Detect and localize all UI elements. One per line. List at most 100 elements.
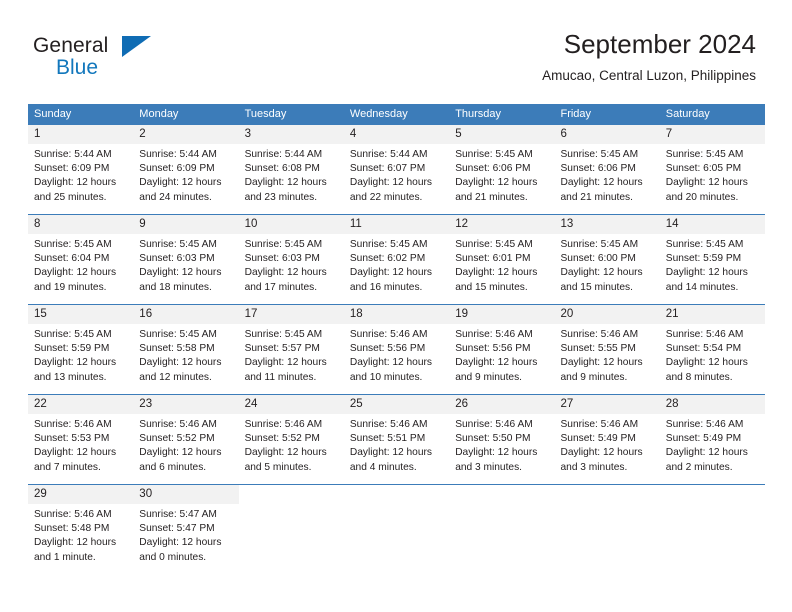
daylight-text-line2: and 17 minutes. [244, 281, 318, 293]
day-cell[interactable]: 5 Sunrise: 5:45 AM Sunset: 6:06 PM Dayli… [449, 125, 555, 215]
weekday-header-saturday: Saturday [659, 104, 766, 125]
sunset-text: Sunset: 6:05 PM [665, 163, 742, 175]
day-cell[interactable]: 15 Sunrise: 5:45 AM Sunset: 5:59 PM Dayl… [28, 304, 134, 395]
daylight-text-line1: Daylight: 12 hours [34, 537, 117, 549]
day-details: Sunrise: 5:46 AM Sunset: 5:50 PM Dayligh… [449, 414, 554, 475]
day-number: 6 [554, 125, 660, 144]
day-details: Sunrise: 5:45 AM Sunset: 6:00 PM Dayligh… [554, 234, 659, 295]
day-cell-empty [449, 484, 555, 574]
day-details: Sunrise: 5:46 AM Sunset: 5:56 PM Dayligh… [344, 324, 449, 385]
day-details: Sunrise: 5:45 AM Sunset: 6:01 PM Dayligh… [449, 234, 554, 295]
day-cell[interactable]: 23 Sunrise: 5:46 AM Sunset: 5:52 PM Dayl… [133, 394, 239, 485]
sunset-text: Sunset: 5:59 PM [665, 253, 742, 265]
sunrise-text: Sunrise: 5:44 AM [244, 149, 323, 160]
daylight-text-line2: and 14 minutes. [665, 281, 739, 293]
daylight-text-line1: Daylight: 12 hours [560, 357, 643, 369]
day-cell[interactable]: 6 Sunrise: 5:45 AM Sunset: 6:06 PM Dayli… [554, 125, 660, 215]
daylight-text-line1: Daylight: 12 hours [244, 267, 327, 279]
day-number: 20 [554, 305, 660, 324]
day-cell[interactable]: 8 Sunrise: 5:45 AM Sunset: 6:04 PM Dayli… [28, 214, 134, 305]
sunrise-text: Sunrise: 5:45 AM [139, 239, 217, 250]
sunset-text: Sunset: 6:03 PM [139, 253, 215, 265]
sunrise-text: Sunrise: 5:45 AM [34, 329, 112, 340]
sunrise-text: Sunrise: 5:46 AM [139, 419, 217, 430]
sunset-text: Sunset: 5:51 PM [349, 433, 426, 445]
daylight-text-line2: and 12 minutes. [139, 371, 212, 383]
day-cell[interactable]: 28 Sunrise: 5:46 AM Sunset: 5:49 PM Dayl… [659, 394, 766, 485]
sunset-text: Sunset: 5:52 PM [139, 433, 215, 445]
sunrise-text: Sunrise: 5:45 AM [665, 149, 744, 160]
day-number: 9 [133, 215, 239, 234]
sunset-text: Sunset: 5:47 PM [139, 523, 215, 535]
day-cell[interactable]: 2 Sunrise: 5:44 AM Sunset: 6:09 PM Dayli… [133, 125, 239, 215]
day-cell[interactable]: 27 Sunrise: 5:46 AM Sunset: 5:49 PM Dayl… [554, 394, 660, 485]
day-cell[interactable]: 18 Sunrise: 5:46 AM Sunset: 5:56 PM Dayl… [343, 304, 450, 395]
day-details: Sunrise: 5:46 AM Sunset: 5:55 PM Dayligh… [554, 324, 659, 385]
day-number: 2 [133, 125, 239, 144]
day-cell[interactable]: 9 Sunrise: 5:45 AM Sunset: 6:03 PM Dayli… [133, 214, 239, 305]
sunrise-text: Sunrise: 5:45 AM [244, 239, 323, 250]
day-cell[interactable]: 16 Sunrise: 5:45 AM Sunset: 5:58 PM Dayl… [133, 304, 239, 395]
day-number: 19 [449, 305, 555, 324]
day-cell[interactable]: 24 Sunrise: 5:46 AM Sunset: 5:52 PM Dayl… [238, 394, 344, 485]
sunrise-sunset-calendar: Sunday Monday Tuesday Wednesday Thursday… [28, 104, 766, 574]
day-number: 10 [238, 215, 344, 234]
daylight-text-line2: and 18 minutes. [139, 281, 212, 293]
day-number: 30 [133, 485, 239, 504]
daylight-text-line2: and 3 minutes. [455, 461, 523, 473]
daylight-text-line2: and 8 minutes. [665, 371, 733, 383]
daylight-text-line2: and 15 minutes. [455, 281, 528, 293]
day-details: Sunrise: 5:44 AM Sunset: 6:09 PM Dayligh… [28, 144, 133, 205]
day-cell[interactable]: 11 Sunrise: 5:45 AM Sunset: 6:02 PM Dayl… [343, 214, 450, 305]
sunset-text: Sunset: 6:07 PM [349, 163, 426, 175]
weekday-header-row: Sunday Monday Tuesday Wednesday Thursday… [28, 104, 766, 125]
day-cell[interactable]: 17 Sunrise: 5:45 AM Sunset: 5:57 PM Dayl… [238, 304, 344, 395]
sunrise-text: Sunrise: 5:47 AM [139, 509, 217, 520]
sunrise-text: Sunrise: 5:46 AM [455, 419, 533, 430]
sunrise-text: Sunrise: 5:46 AM [455, 329, 533, 340]
sunset-text: Sunset: 5:55 PM [560, 343, 636, 355]
day-cell[interactable]: 14 Sunrise: 5:45 AM Sunset: 5:59 PM Dayl… [659, 214, 766, 305]
sunset-text: Sunset: 5:49 PM [665, 433, 742, 445]
daylight-text-line1: Daylight: 12 hours [244, 177, 327, 189]
sunrise-text: Sunrise: 5:44 AM [349, 149, 428, 160]
daylight-text-line1: Daylight: 12 hours [665, 177, 748, 189]
day-number: 17 [238, 305, 344, 324]
day-cell[interactable]: 12 Sunrise: 5:45 AM Sunset: 6:01 PM Dayl… [449, 214, 555, 305]
weekday-header-tuesday: Tuesday [238, 104, 344, 125]
daylight-text-line1: Daylight: 12 hours [139, 537, 222, 549]
week-row: 15 Sunrise: 5:45 AM Sunset: 5:59 PM Dayl… [28, 304, 766, 395]
weekday-header-wednesday: Wednesday [343, 104, 450, 125]
day-details: Sunrise: 5:46 AM Sunset: 5:51 PM Dayligh… [344, 414, 449, 475]
daylight-text-line1: Daylight: 12 hours [244, 447, 327, 459]
day-cell[interactable]: 20 Sunrise: 5:46 AM Sunset: 5:55 PM Dayl… [554, 304, 660, 395]
daylight-text-line1: Daylight: 12 hours [34, 357, 117, 369]
daylight-text-line2: and 3 minutes. [560, 461, 628, 473]
day-cell[interactable]: 3 Sunrise: 5:44 AM Sunset: 6:08 PM Dayli… [238, 125, 344, 215]
day-cell[interactable]: 4 Sunrise: 5:44 AM Sunset: 6:07 PM Dayli… [343, 125, 450, 215]
day-cell[interactable]: 19 Sunrise: 5:46 AM Sunset: 5:56 PM Dayl… [449, 304, 555, 395]
sunset-text: Sunset: 5:48 PM [34, 523, 110, 535]
day-cell[interactable]: 7 Sunrise: 5:45 AM Sunset: 6:05 PM Dayli… [659, 125, 766, 215]
daylight-text-line2: and 15 minutes. [560, 281, 633, 293]
day-cell[interactable]: 10 Sunrise: 5:45 AM Sunset: 6:03 PM Dayl… [238, 214, 344, 305]
day-details: Sunrise: 5:45 AM Sunset: 5:59 PM Dayligh… [28, 324, 133, 385]
day-cell[interactable]: 25 Sunrise: 5:46 AM Sunset: 5:51 PM Dayl… [343, 394, 450, 485]
day-number: 25 [343, 395, 450, 414]
day-cell[interactable]: 21 Sunrise: 5:46 AM Sunset: 5:54 PM Dayl… [659, 304, 766, 395]
day-cell[interactable]: 29 Sunrise: 5:46 AM Sunset: 5:48 PM Dayl… [28, 484, 134, 574]
sunrise-text: Sunrise: 5:46 AM [34, 509, 112, 520]
day-cell[interactable]: 1 Sunrise: 5:44 AM Sunset: 6:09 PM Dayli… [28, 125, 134, 215]
day-cell[interactable]: 22 Sunrise: 5:46 AM Sunset: 5:53 PM Dayl… [28, 394, 134, 485]
logo-text-blue: Blue [56, 56, 99, 79]
sunrise-text: Sunrise: 5:46 AM [349, 419, 428, 430]
day-cell[interactable]: 30 Sunrise: 5:47 AM Sunset: 5:47 PM Dayl… [133, 484, 239, 574]
sunrise-text: Sunrise: 5:45 AM [560, 239, 639, 250]
daylight-text-line2: and 19 minutes. [34, 281, 107, 293]
day-cell[interactable]: 26 Sunrise: 5:46 AM Sunset: 5:50 PM Dayl… [449, 394, 555, 485]
day-cell[interactable]: 13 Sunrise: 5:45 AM Sunset: 6:00 PM Dayl… [554, 214, 660, 305]
day-details: Sunrise: 5:45 AM Sunset: 6:02 PM Dayligh… [344, 234, 449, 295]
sunrise-text: Sunrise: 5:46 AM [34, 419, 112, 430]
sunset-text: Sunset: 6:03 PM [244, 253, 320, 265]
day-number: 16 [133, 305, 239, 324]
